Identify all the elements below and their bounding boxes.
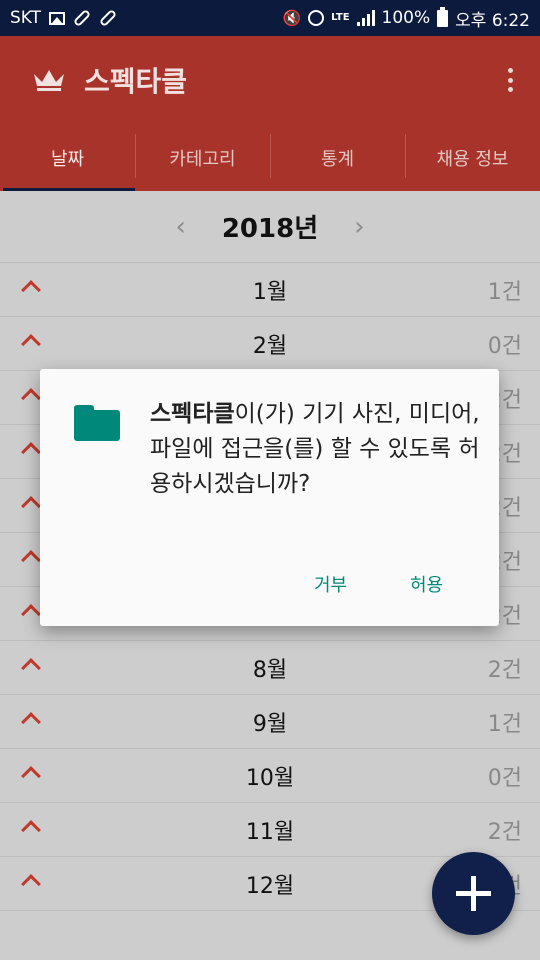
tab-date[interactable]: 날짜 — [0, 124, 135, 191]
folder-icon — [74, 405, 120, 441]
month-label: 2월 — [252, 333, 288, 359]
month-count: 1건 — [487, 279, 522, 305]
chevron-up-icon[interactable] — [21, 550, 41, 570]
chevron-left-icon[interactable]: ‹ — [175, 212, 185, 242]
month-count: 2건 — [487, 819, 522, 845]
chevron-right-icon[interactable]: › — [354, 212, 364, 242]
carrier-label: SKT — [10, 8, 42, 28]
month-label: 1월 — [252, 279, 288, 305]
battery-icon — [437, 6, 449, 27]
mute-icon: 🔇 — [282, 9, 302, 27]
chevron-up-icon[interactable] — [21, 604, 41, 624]
month-label: 8월 — [252, 657, 288, 683]
month-row[interactable]: 11월 2건 — [0, 803, 540, 857]
month-row[interactable]: 9월 1건 — [0, 695, 540, 749]
status-bar: SKT 🔇 LTE 100% 오후 6:22 — [0, 0, 540, 36]
month-row[interactable]: 8월 2건 — [0, 641, 540, 695]
month-count: 0건 — [487, 765, 522, 791]
tab-category[interactable]: 카테고리 — [135, 124, 270, 191]
month-count: 2건 — [487, 657, 522, 683]
permission-dialog: 스펙타클이(가) 기기 사진, 미디어, 파일에 접근을(를) 할 수 있도록 … — [40, 369, 499, 626]
signal-icon — [356, 10, 375, 26]
tab-bar: 날짜 카테고리 통계 채용 정보 — [0, 124, 540, 191]
battery-percent: 100% — [381, 8, 431, 28]
tab-job-info[interactable]: 채용 정보 — [405, 124, 540, 191]
chevron-up-icon[interactable] — [21, 388, 41, 408]
lte-icon: LTE — [331, 12, 350, 23]
month-label: 11월 — [245, 819, 295, 845]
allow-button[interactable]: 허용 — [410, 571, 443, 597]
month-row[interactable]: 2월 0건 — [0, 317, 540, 371]
add-button[interactable] — [432, 852, 515, 935]
dialog-message: 스펙타클이(가) 기기 사진, 미디어, 파일에 접근을(를) 할 수 있도록 … — [150, 397, 480, 502]
alarm-icon — [308, 10, 325, 26]
month-label: 10월 — [245, 765, 295, 791]
month-row[interactable]: 1월 1건 — [0, 263, 540, 317]
photo-icon — [49, 11, 66, 25]
dialog-app-name: 스펙타클 — [150, 401, 235, 427]
deny-button[interactable]: 거부 — [314, 571, 347, 597]
month-label: 9월 — [252, 711, 288, 737]
app-bar: 스펙타클 날짜 카테고리 통계 채용 정보 — [0, 36, 540, 191]
year-label: 2018년 — [221, 214, 319, 244]
pill-icon — [98, 8, 118, 28]
month-row[interactable]: 10월 0건 — [0, 749, 540, 803]
chevron-up-icon[interactable] — [21, 496, 41, 516]
clock: 오후 6:22 — [455, 10, 530, 31]
pill-icon — [72, 8, 92, 28]
tab-statistics[interactable]: 통계 — [270, 124, 405, 191]
crown-icon — [34, 70, 64, 91]
app-title: 스펙타클 — [84, 65, 188, 98]
year-selector: ‹ 2018년 › — [0, 191, 540, 263]
month-count: 0건 — [487, 333, 522, 359]
overflow-menu-icon[interactable] — [500, 65, 520, 95]
chevron-up-icon[interactable] — [21, 442, 41, 462]
month-count: 1건 — [487, 711, 522, 737]
